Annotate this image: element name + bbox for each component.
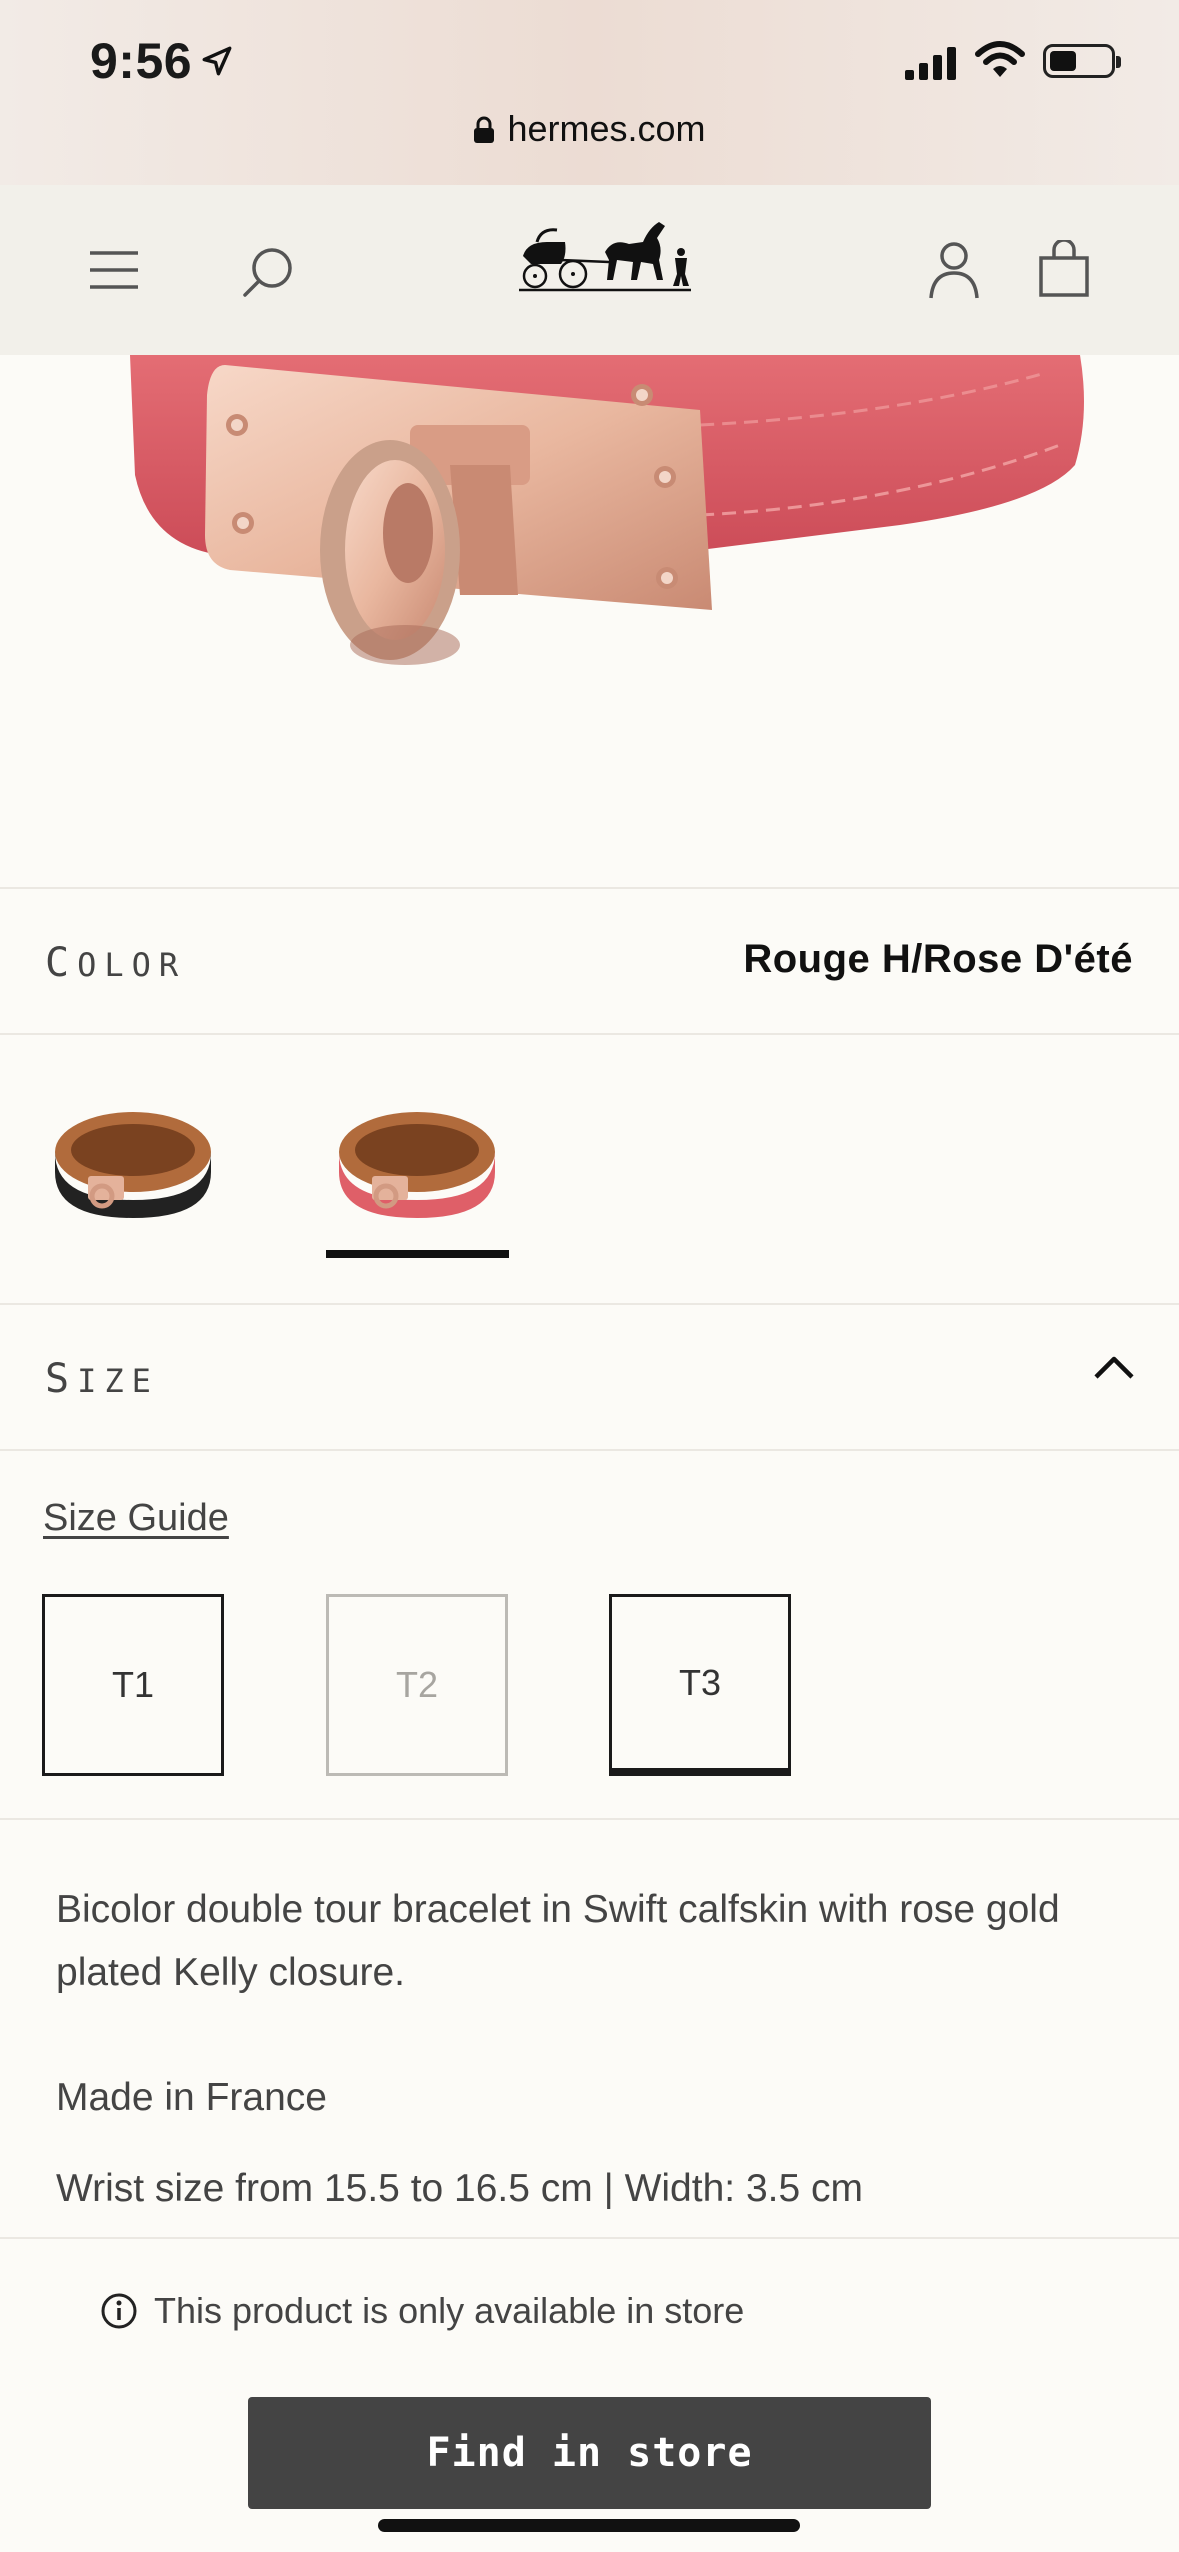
selected-swatch-indicator [326, 1250, 509, 1258]
color-section-label: COLOR [45, 940, 187, 986]
divider [0, 1818, 1179, 1820]
divider [0, 2237, 1179, 2239]
search-icon[interactable] [240, 244, 296, 300]
size-option-t2[interactable]: T2 [326, 1594, 508, 1776]
swatch-rouge-h-rose-dete[interactable] [332, 1100, 502, 1230]
status-time: 9:56 [90, 33, 193, 89]
menu-icon[interactable] [88, 249, 140, 291]
shopping-bag-icon[interactable] [1038, 240, 1090, 298]
status-bar [0, 0, 1179, 185]
product-description: Bicolor double tour bracelet in Swift ca… [56, 1888, 1060, 1994]
product-dimensions: Wrist size from 15.5 to 16.5 cm | Width:… [56, 2167, 863, 2210]
chevron-up-icon[interactable] [1092, 1353, 1136, 1381]
divider [0, 1449, 1179, 1451]
home-indicator[interactable] [378, 2519, 800, 2532]
store-availability-text: This product is only available in store [154, 2290, 745, 2331]
find-in-store-button[interactable]: Find in store [248, 2397, 931, 2509]
size-section-label[interactable]: SIZE [45, 1356, 159, 1402]
divider [0, 1033, 1179, 1035]
hermes-carriage-logo[interactable] [517, 216, 692, 296]
size-guide-link[interactable]: Size Guide [43, 1497, 229, 1540]
address-bar[interactable]: hermes.com [0, 108, 1179, 150]
divider [0, 1303, 1179, 1305]
battery-icon [1043, 44, 1121, 78]
info-icon [101, 2293, 137, 2329]
signal-icon [905, 47, 956, 80]
wifi-icon [975, 41, 1025, 77]
selected-color-name: Rouge H/Rose D'été [743, 937, 1133, 981]
size-option-t1[interactable]: T1 [42, 1594, 224, 1776]
account-icon[interactable] [928, 240, 980, 300]
url-text: hermes.com [507, 108, 706, 149]
store-availability-note: This product is only available in store [100, 2290, 744, 2332]
location-arrow-icon [202, 46, 232, 76]
product-image[interactable] [0, 355, 1179, 890]
lock-icon [474, 116, 495, 143]
swatch-black[interactable] [48, 1100, 218, 1230]
size-option-t3[interactable]: T3 [609, 1594, 791, 1776]
product-origin: Made in France [56, 2076, 327, 2119]
divider [0, 887, 1179, 889]
